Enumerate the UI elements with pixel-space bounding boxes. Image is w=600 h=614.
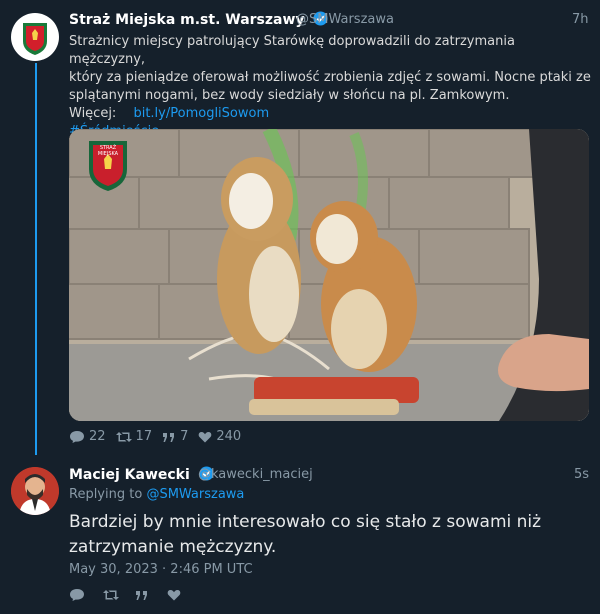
retweet-count: 17	[135, 429, 153, 444]
tweet-time[interactable]: 7h	[572, 12, 589, 27]
reply-icon	[70, 589, 84, 601]
retweet-icon	[103, 590, 119, 600]
logo-text: STRAŻ MIEJSKA	[97, 145, 119, 157]
reply-text: Bardziej by mnie interesowało co się sta…	[69, 510, 541, 560]
quote-icon	[163, 432, 175, 442]
replying-label: Replying to	[69, 487, 143, 502]
tweet-photo[interactable]: STRAŻ MIEJSKA	[69, 129, 589, 421]
reply-button[interactable]: 22	[69, 429, 106, 444]
retweet-button[interactable]	[103, 589, 123, 601]
heart-icon	[199, 431, 212, 442]
tweet-text: Strażnicy miejscy patrolujący Starówkę d…	[69, 33, 594, 141]
user-avatar-icon	[11, 467, 59, 515]
tweet-actions: 22 17 7 240	[69, 429, 251, 444]
avatar[interactable]	[11, 467, 59, 515]
like-button[interactable]	[167, 589, 185, 601]
like-count: 240	[216, 429, 242, 444]
replying-to: Replying to @SMWarszawa	[69, 487, 244, 502]
reply-text-line: zatrzymanie mężczyzny.	[69, 537, 277, 557]
retweet-button[interactable]: 17	[115, 429, 153, 444]
avatar[interactable]	[11, 13, 59, 61]
tweet-text-line: który za pieniądze oferował możliwość zr…	[69, 70, 591, 85]
reply-text-line: Bardziej by mnie interesowało co się sta…	[69, 512, 542, 532]
retweet-icon	[115, 431, 132, 442]
quote-button[interactable]	[135, 589, 153, 601]
quote-button[interactable]: 7	[162, 429, 188, 444]
quote-icon	[136, 591, 147, 600]
tweet-text-line: Strażnicy miejscy patrolujący Starówkę d…	[69, 34, 515, 67]
thread-line	[35, 63, 37, 455]
reply-author-name[interactable]: Maciej Kawecki	[69, 466, 214, 483]
reply-button[interactable]	[69, 588, 89, 602]
reply-handle[interactable]: @kawecki_maciej	[198, 467, 313, 482]
heart-icon	[167, 590, 181, 601]
more-link[interactable]: bit.ly/PomogliSowom	[133, 106, 269, 121]
replying-to-link[interactable]: @SMWarszawa	[146, 487, 244, 502]
tweet-handle[interactable]: @SMWarszawa	[296, 12, 394, 27]
tweet-text-line: splątanymi nogami, bez wody siedziały w …	[69, 88, 510, 103]
reply-actions	[69, 588, 195, 602]
reply-count: 22	[89, 429, 106, 444]
more-label: Więcej:	[69, 106, 117, 121]
reply-time[interactable]: 5s	[574, 467, 589, 482]
reply-icon	[70, 430, 84, 443]
owls-photo	[69, 129, 589, 421]
city-guard-badge-icon	[23, 23, 47, 55]
like-button[interactable]: 240	[198, 429, 241, 444]
quote-count: 7	[180, 429, 189, 444]
tweet-author-name[interactable]: Straż Miejska m.st. Warszawy	[69, 11, 328, 28]
reply-timestamp[interactable]: May 30, 2023 · 2:46 PM UTC	[69, 562, 253, 577]
